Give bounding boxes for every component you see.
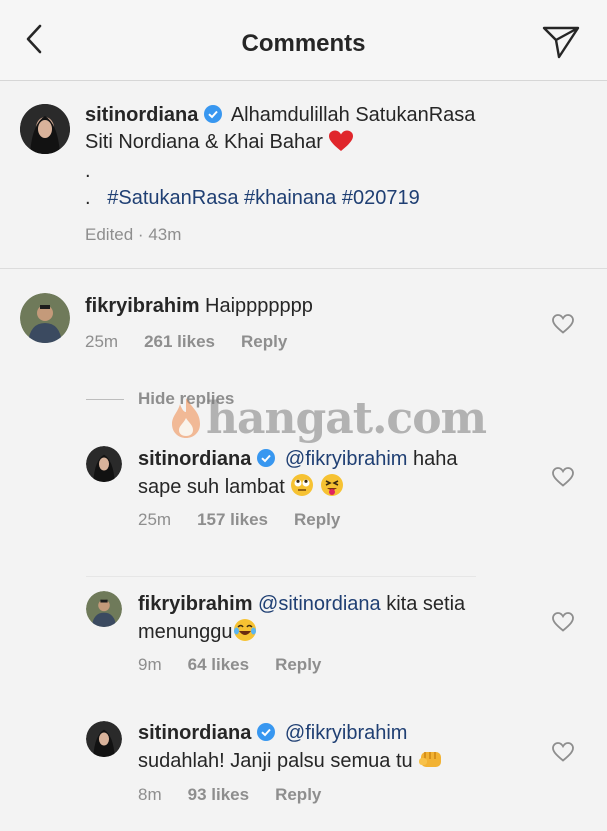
comment-meta: 25m 261 likes Reply bbox=[85, 332, 313, 352]
comment-body: haha bbox=[413, 448, 458, 470]
reply-button[interactable]: Reply bbox=[275, 655, 321, 674]
reply-button[interactable]: Reply bbox=[241, 332, 287, 351]
tongue-wink-emoji-icon bbox=[320, 474, 343, 496]
heart-icon[interactable] bbox=[552, 612, 574, 632]
likes-count[interactable]: 93 likes bbox=[188, 785, 249, 804]
caption-line-1: Alhamdulillah SatukanRasa bbox=[230, 104, 476, 126]
reply-button[interactable]: Reply bbox=[275, 785, 321, 804]
comment-body: kita setia bbox=[386, 593, 466, 615]
fist-bump-emoji-icon bbox=[419, 752, 442, 767]
comment-meta: 8m 93 likes Reply bbox=[138, 785, 347, 805]
comment-body: sape suh lambat bbox=[138, 476, 285, 498]
comment-text: fikryibrahim @sitinordiana kita setia me… bbox=[138, 591, 558, 646]
likes-count[interactable]: 64 likes bbox=[188, 655, 249, 674]
caption-dot: . bbox=[85, 187, 91, 209]
verified-badge-icon bbox=[257, 723, 276, 741]
comment-time: 9m bbox=[138, 655, 162, 674]
tears-of-joy-emoji-icon bbox=[233, 619, 256, 641]
avatar[interactable] bbox=[86, 446, 122, 482]
mention-link[interactable]: @fikryibrahim bbox=[285, 722, 408, 744]
mention-link[interactable]: @fikryibrahim bbox=[285, 448, 408, 470]
red-heart-emoji-icon bbox=[329, 130, 354, 151]
header-bar: Comments bbox=[0, 0, 607, 81]
watermark: hangat.com bbox=[166, 392, 487, 444]
heart-icon[interactable] bbox=[552, 467, 574, 487]
comment-text: sitinordiana @fikryibrahim sudahlah! Jan… bbox=[138, 720, 558, 775]
comment-time: 25m bbox=[85, 332, 119, 351]
flame-logo-icon bbox=[172, 398, 200, 438]
post-username[interactable]: sitinordiana bbox=[85, 104, 198, 126]
caption-hashtags-row: . #SatukanRasa #khainana #020719 bbox=[85, 185, 420, 212]
hide-replies-line bbox=[86, 399, 124, 400]
heart-icon[interactable] bbox=[552, 314, 574, 334]
comment-body: Haippppppp bbox=[205, 295, 313, 317]
watermark-text: hangat.com bbox=[206, 392, 487, 444]
mention-link[interactable]: @sitinordiana bbox=[258, 593, 381, 615]
comment-username[interactable]: fikryibrahim bbox=[85, 295, 199, 317]
hashtags[interactable]: #SatukanRasa #khainana #020719 bbox=[107, 187, 419, 209]
comment-username[interactable]: fikryibrahim bbox=[138, 593, 252, 615]
avatar[interactable] bbox=[86, 721, 122, 757]
cropped-row-edge bbox=[86, 576, 476, 577]
avatar[interactable] bbox=[20, 293, 70, 343]
comment-text: fikryibrahim Haippppppp bbox=[85, 293, 313, 320]
direct-message-icon[interactable] bbox=[541, 24, 581, 60]
comment-meta: 25m 157 likes Reply bbox=[138, 510, 366, 530]
heart-icon[interactable] bbox=[552, 742, 574, 762]
post-meta: Edited · 43m bbox=[85, 225, 182, 244]
comment-time: 25m bbox=[138, 510, 172, 529]
comment-body: sudahlah! Janji palsu semua tu bbox=[138, 750, 413, 772]
comment-meta: 9m 64 likes Reply bbox=[138, 655, 347, 675]
likes-count[interactable]: 157 likes bbox=[197, 510, 268, 529]
caption-line-2: Siti Nordiana & Khai Bahar bbox=[85, 131, 323, 153]
divider bbox=[0, 268, 607, 269]
comment-username[interactable]: sitinordiana bbox=[138, 448, 251, 470]
post-caption: sitinordiana Alhamdulillah SatukanRasa S… bbox=[85, 102, 585, 156]
comment-body: menunggu bbox=[138, 621, 233, 643]
verified-badge-icon bbox=[204, 105, 223, 123]
comment-text: sitinordiana @fikryibrahim haha sape suh… bbox=[138, 446, 558, 501]
edited-label: Edited bbox=[85, 225, 134, 244]
reply-button[interactable]: Reply bbox=[294, 510, 340, 529]
comment-time: 8m bbox=[138, 785, 162, 804]
eye-roll-emoji-icon bbox=[291, 474, 314, 496]
avatar[interactable] bbox=[86, 591, 122, 627]
avatar[interactable] bbox=[20, 104, 70, 154]
comment-username[interactable]: sitinordiana bbox=[138, 722, 251, 744]
post-time: 43m bbox=[148, 225, 182, 244]
caption-dot: . bbox=[85, 160, 91, 182]
verified-badge-icon bbox=[257, 449, 276, 467]
likes-count[interactable]: 261 likes bbox=[144, 332, 215, 351]
page-title: Comments bbox=[241, 30, 366, 57]
